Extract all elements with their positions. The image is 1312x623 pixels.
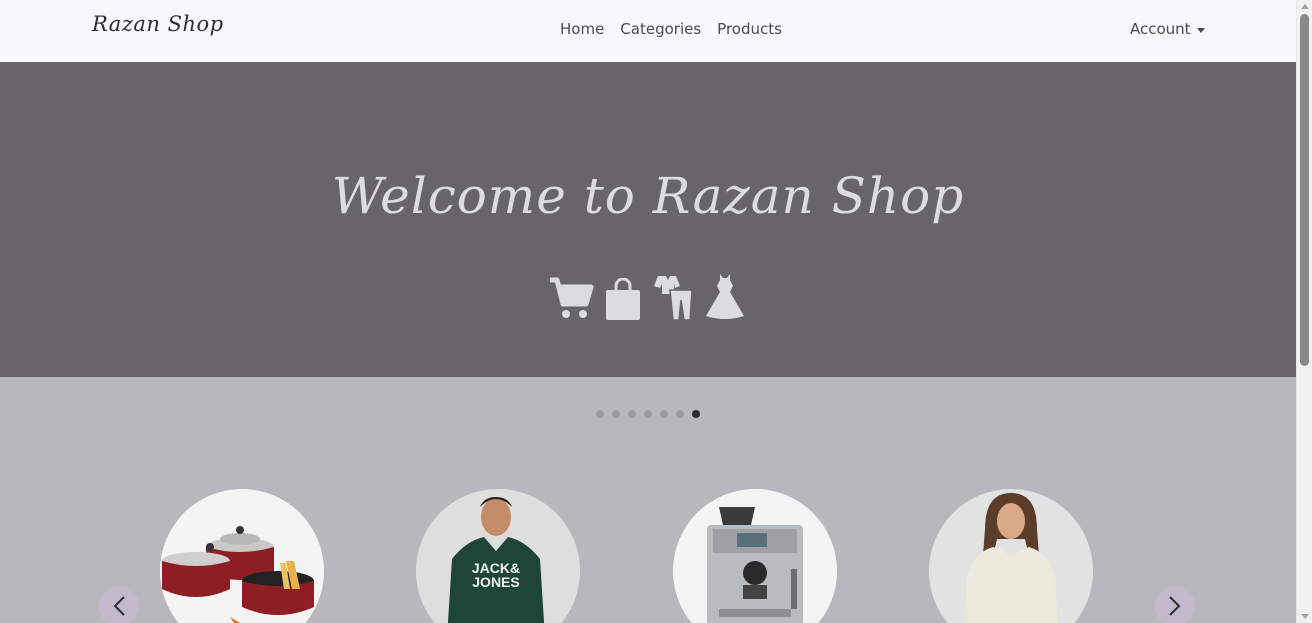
brand-logo[interactable]: Razan Shop — [92, 12, 224, 36]
caret-down-icon — [1196, 27, 1205, 33]
carousel-next-button[interactable] — [1155, 586, 1195, 623]
nav-link-home[interactable]: Home — [560, 20, 604, 38]
navbar: Razan Shop Home Categories Products Acco… — [0, 0, 1296, 62]
carousel-indicator-dot[interactable] — [596, 410, 604, 418]
carousel-indicator-dot[interactable] — [644, 410, 652, 418]
scroll-thumb[interactable] — [1300, 14, 1309, 366]
product-cookware-set[interactable] — [160, 489, 324, 623]
carousel-prev-button[interactable] — [99, 586, 139, 623]
product-espresso-machine[interactable] — [673, 489, 837, 623]
shopping-bag-icon — [606, 278, 640, 320]
page-scrollbar[interactable] — [1296, 0, 1312, 623]
carousel-indicator-dot[interactable] — [676, 410, 684, 418]
account-dropdown[interactable]: Account — [1130, 20, 1205, 38]
chevron-right-icon — [1169, 596, 1181, 616]
carousel-indicator-dot[interactable] — [612, 410, 620, 418]
product-sweater-woman[interactable] — [929, 489, 1093, 623]
cart-icon — [550, 277, 594, 318]
nav-link-categories[interactable]: Categories — [620, 20, 701, 38]
cookware-image — [160, 489, 324, 623]
sweater-image — [929, 489, 1093, 623]
clothes-icon — [654, 276, 693, 320]
hero-banner: Welcome to Razan Shop — [0, 62, 1296, 377]
hoodie-image: JACK& JONES — [416, 489, 580, 623]
scroll-up-icon[interactable] — [1301, 4, 1309, 9]
hero-icons — [548, 272, 746, 320]
espresso-machine-image — [673, 489, 837, 623]
chevron-left-icon — [113, 596, 125, 616]
svg-text:JONES: JONES — [472, 574, 519, 590]
nav-link-products[interactable]: Products — [717, 20, 782, 38]
dress-icon — [706, 274, 744, 319]
carousel-indicator-dot[interactable] — [692, 410, 700, 418]
carousel-indicators — [596, 410, 700, 418]
scroll-down-icon[interactable] — [1301, 614, 1309, 619]
account-label: Account — [1130, 20, 1191, 38]
hero-title: Welcome to Razan Shop — [331, 167, 965, 225]
carousel-indicator-dot[interactable] — [628, 410, 636, 418]
nav-links: Home Categories Products — [560, 20, 782, 38]
product-hoodie-man[interactable]: JACK& JONES — [416, 489, 580, 623]
carousel-indicator-dot[interactable] — [660, 410, 668, 418]
